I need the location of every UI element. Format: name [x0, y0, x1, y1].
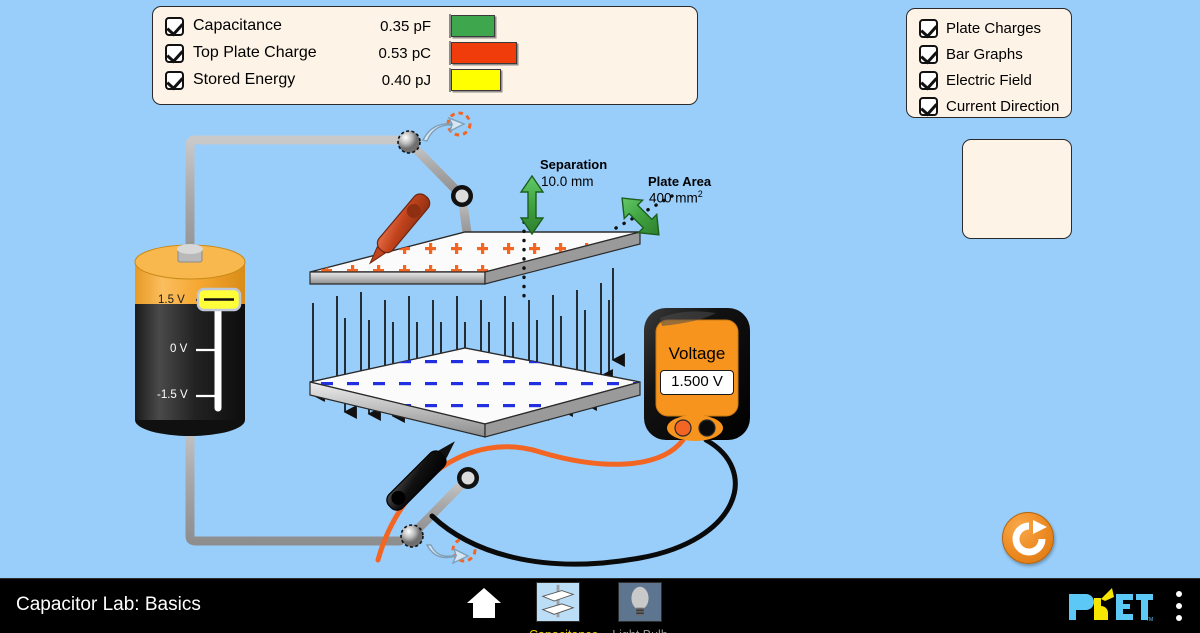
control-current-direction[interactable]: Current Direction	[919, 94, 1059, 118]
navigation-bar: Capacitor Lab: Basics	[0, 578, 1200, 633]
checkbox-bar-graphs-icon[interactable]	[919, 44, 938, 64]
tab-light-bulb[interactable]: Light Bulb	[611, 582, 669, 633]
bottom-switch-hinge	[457, 467, 479, 489]
top-switch-contact-handle[interactable]	[397, 130, 421, 154]
bar-label-capacitance: Capacitance	[193, 17, 282, 34]
voltmeter-positive-terminal	[674, 419, 692, 437]
voltmeter-reading: 1.500 V	[660, 370, 734, 395]
separation-arrow[interactable]	[519, 174, 545, 236]
top-switch	[404, 137, 467, 201]
bar-row-top-plate-charge[interactable]: Top Plate Charge 0.53 pC	[165, 40, 749, 66]
bar-label-top-plate-charge: Top Plate Charge	[193, 44, 317, 61]
bar-value-top-plate-charge: 0.53 pC	[378, 44, 431, 62]
control-label-bar-graphs: Bar Graphs	[946, 45, 1023, 63]
control-plate-charges[interactable]: Plate Charges	[919, 16, 1041, 40]
capacitor-bottom-plate[interactable]	[309, 347, 641, 438]
battery[interactable]	[134, 244, 246, 436]
top-switch-hinge	[451, 185, 473, 207]
kebab-dot	[1176, 615, 1182, 621]
reset-all-icon	[1012, 520, 1047, 556]
battery-label-low: -1.5 V	[157, 389, 188, 401]
bar-row-capacitance[interactable]: Capacitance 0.35 pF	[165, 13, 749, 39]
phet-logo[interactable]: TM	[1068, 588, 1154, 622]
reset-all-button[interactable]	[1002, 512, 1054, 564]
control-bar-graphs[interactable]: Bar Graphs	[919, 42, 1023, 66]
sim-title: Capacitor Lab: Basics	[16, 594, 201, 615]
simulation-stage: Capacitance 0.35 pF Top Plate Charge 0.5…	[0, 0, 1200, 633]
bar-fill-top-plate-charge	[451, 42, 517, 64]
bar-label-stored-energy: Stored Energy	[193, 71, 296, 88]
voltmeter-title: Voltage	[668, 344, 726, 363]
checkbox-capacitance-icon[interactable]	[165, 16, 184, 36]
control-electric-field[interactable]: Electric Field	[919, 68, 1032, 92]
checkbox-stored-energy-icon[interactable]	[165, 70, 184, 90]
bar-track-stored-energy	[449, 68, 749, 92]
capacitance-tab-icon	[536, 582, 580, 622]
kebab-dot	[1176, 603, 1182, 609]
kebab-dot	[1176, 591, 1182, 597]
bar-value-capacitance: 0.35 pF	[380, 17, 431, 35]
bar-row-stored-energy[interactable]: Stored Energy 0.40 pJ	[165, 67, 749, 93]
negative-probe-cable	[429, 437, 738, 567]
tab-label-capacitance: Capacitance	[529, 628, 599, 633]
light-bulb-tab-icon	[618, 582, 662, 622]
control-label-plate-charges: Plate Charges	[946, 19, 1042, 37]
capacitor-top-plate[interactable]	[309, 231, 641, 285]
positive-probe-cable	[375, 437, 686, 563]
svg-text:TM: TM	[1146, 617, 1153, 622]
control-label-electric-field: Electric Field	[946, 71, 1032, 89]
bottom-switch-contact-handle[interactable]	[400, 524, 424, 548]
bar-graph-panel: Capacitance 0.35 pF Top Plate Charge 0.5…	[152, 6, 698, 105]
checkbox-current-direction-icon[interactable]	[919, 96, 938, 116]
kebab-menu-icon[interactable]	[1172, 591, 1186, 621]
battery-label-high: 1.5 V	[158, 294, 185, 306]
home-icon[interactable]	[466, 586, 502, 620]
bar-fill-stored-energy	[451, 69, 501, 91]
checkbox-plate-charges-icon[interactable]	[919, 18, 938, 38]
control-label-current-direction: Current Direction	[946, 97, 1060, 115]
view-controls-panel: Plate Charges Bar Graphs Electric Field …	[906, 8, 1072, 118]
battery-label-mid: 0 V	[170, 343, 188, 355]
top-switch-rotate-cue	[421, 116, 466, 142]
bar-track-capacitance	[449, 14, 749, 38]
tab-capacitance[interactable]: Capacitance	[529, 582, 599, 633]
checkbox-top-plate-charge-icon[interactable]	[165, 43, 184, 63]
meter-toolbox-panel[interactable]	[962, 139, 1072, 239]
bar-fill-capacitance	[451, 15, 495, 37]
checkbox-electric-field-icon[interactable]	[919, 70, 938, 90]
bar-value-stored-energy: 0.40 pJ	[381, 71, 431, 89]
bar-track-top-plate-charge	[449, 41, 749, 65]
voltmeter-negative-terminal	[698, 419, 716, 437]
tab-label-light-bulb: Light Bulb	[611, 628, 669, 633]
